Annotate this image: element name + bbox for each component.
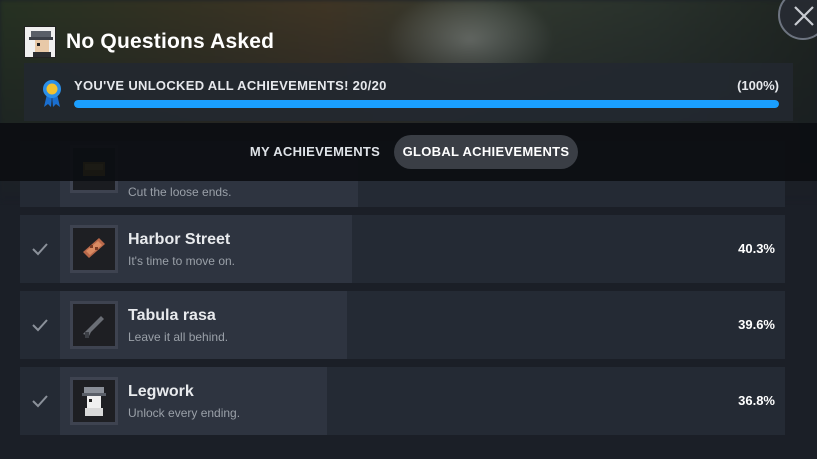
achievement-name: Legwork: [128, 383, 194, 400]
achievement-name: Harbor Street: [128, 231, 231, 248]
achievement-description: Cut the loose ends.: [128, 185, 232, 199]
achievement-global-percent: 39.6%: [738, 317, 775, 332]
progress-fill: [74, 100, 779, 108]
pixel-character-icon: [70, 377, 118, 425]
achievement-progress-panel: YOU'VE UNLOCKED ALL ACHIEVEMENTS! 20/20 …: [24, 63, 793, 121]
progress-bar: [74, 100, 779, 108]
checkmark-icon: [32, 319, 48, 332]
tab-bar: MY ACHIEVEMENTS GLOBAL ACHIEVEMENTS: [0, 123, 817, 181]
gun-icon: [70, 301, 118, 349]
tab-global-achievements[interactable]: GLOBAL ACHIEVEMENTS: [394, 135, 578, 169]
progress-percent: (100%): [737, 78, 779, 93]
achievement-global-percent: 40.3%: [738, 241, 775, 256]
achievement-name: Tabula rasa: [128, 307, 216, 324]
checkmark-icon: [32, 395, 48, 408]
game-title: No Questions Asked: [66, 30, 275, 53]
achievement-row[interactable]: Harbor Street It's time to move on. 40.3…: [20, 215, 785, 283]
achievement-row[interactable]: Legwork Unlock every ending. 36.8%: [20, 367, 785, 435]
pixel-character-icon: [24, 26, 56, 58]
achievement-description: Unlock every ending.: [128, 406, 241, 420]
map-scroll-icon: [70, 225, 118, 273]
achievement-global-percent: 36.8%: [738, 393, 775, 408]
tab-my-achievements[interactable]: MY ACHIEVEMENTS: [240, 135, 390, 169]
progress-label: YOU'VE UNLOCKED ALL ACHIEVEMENTS! 20/20: [74, 78, 387, 93]
checkmark-icon: [32, 243, 48, 256]
close-icon: [794, 6, 814, 26]
game-header: No Questions Asked: [24, 26, 274, 58]
achievement-row[interactable]: Tabula rasa Leave it all behind. 39.6%: [20, 291, 785, 359]
achievement-description: Leave it all behind.: [128, 330, 229, 344]
medal-icon: [43, 80, 61, 107]
achievement-description: It's time to move on.: [128, 254, 235, 268]
